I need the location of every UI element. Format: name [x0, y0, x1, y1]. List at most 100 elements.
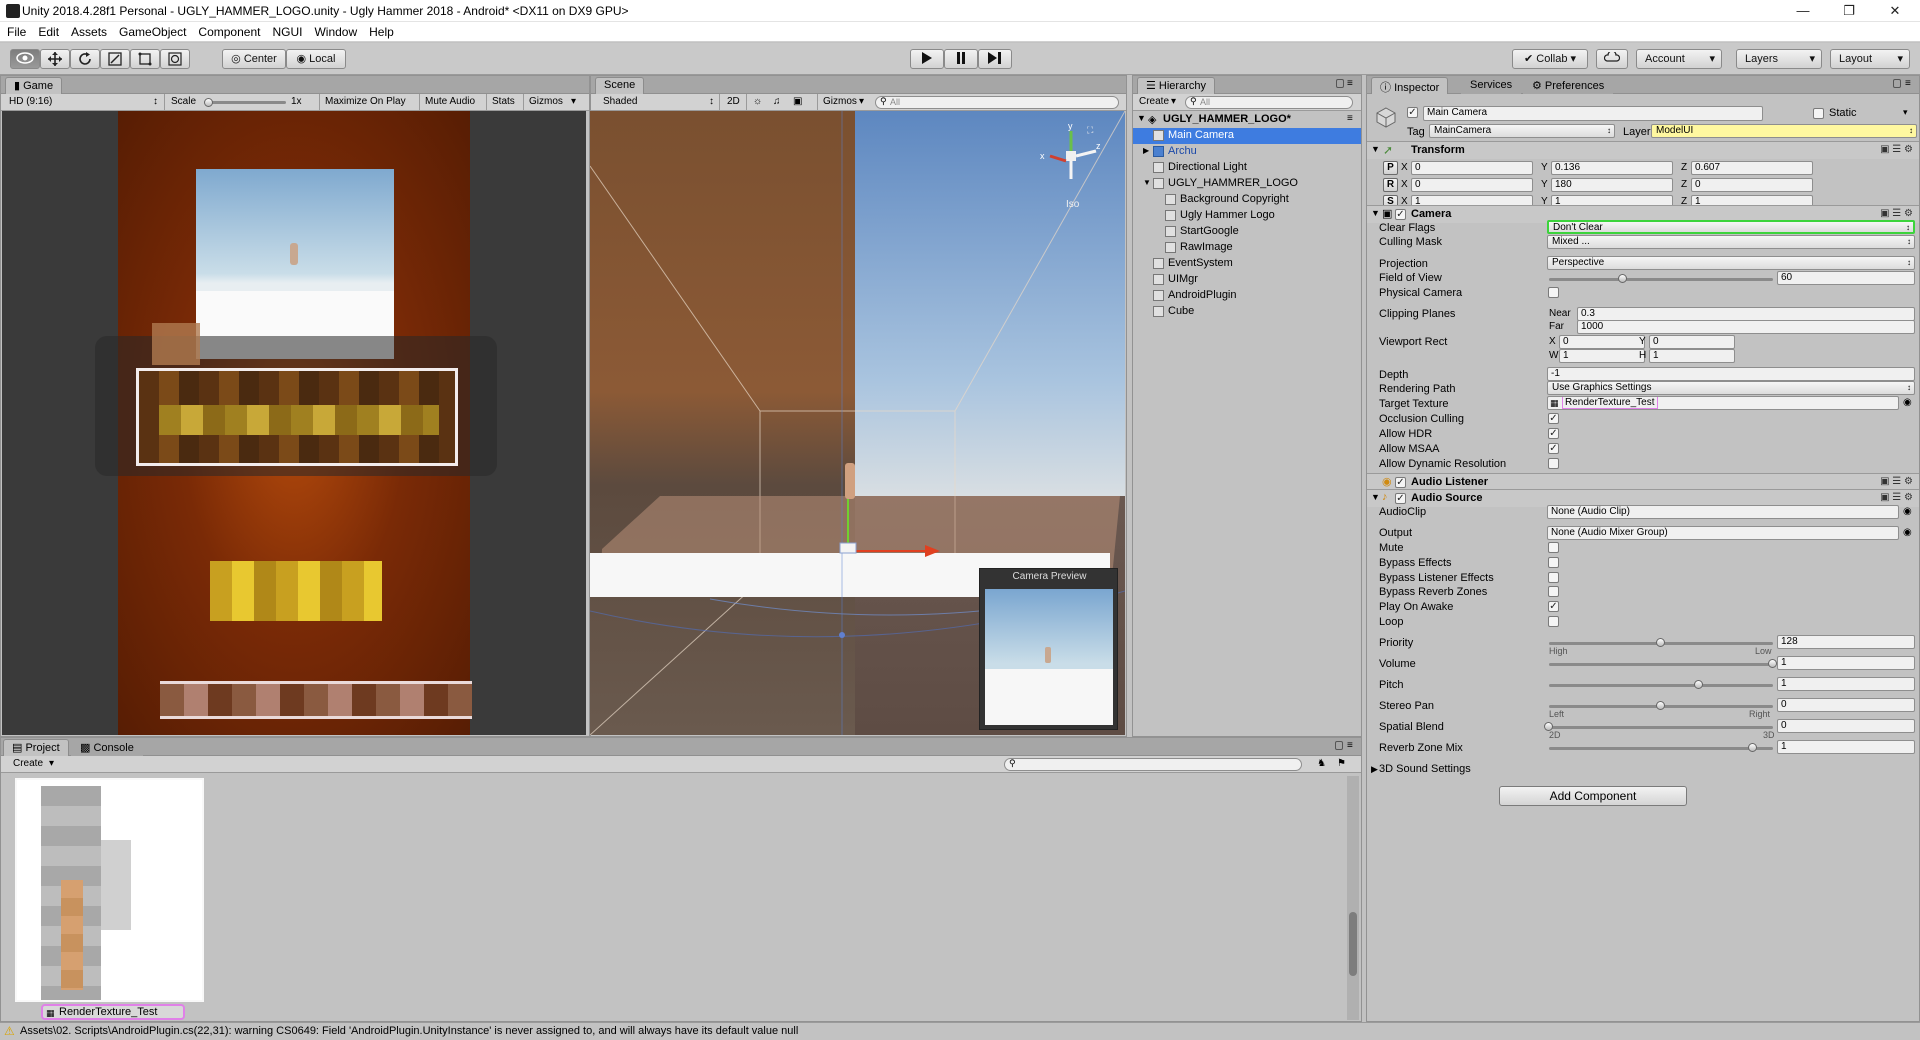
transform-y-field[interactable]: 0.136: [1551, 161, 1673, 175]
rendering-path-dropdown[interactable]: Use Graphics Settings: [1547, 381, 1915, 395]
menu-file[interactable]: File: [0, 22, 31, 39]
project-create-dropdown[interactable]: Create: [13, 758, 43, 769]
scale-tool-button[interactable]: [100, 49, 130, 69]
lock-icon[interactable]: [1893, 79, 1901, 88]
rotate-tool-button[interactable]: [70, 49, 100, 69]
physical-camera-checkbox[interactable]: [1548, 287, 1559, 298]
foldout-open-icon[interactable]: ▼: [1371, 208, 1380, 218]
loop-checkbox[interactable]: [1548, 616, 1559, 627]
scrollbar-thumb[interactable]: [1349, 912, 1357, 976]
hierarchy-item[interactable]: EventSystem: [1133, 256, 1361, 272]
pivot-local-button[interactable]: ◉ Local: [286, 49, 346, 69]
audio-listener-enabled-checkbox[interactable]: ✓: [1395, 477, 1406, 488]
menu-component[interactable]: Component: [191, 22, 265, 39]
pitch-slider[interactable]: [1549, 684, 1773, 687]
foldout-open-icon[interactable]: ▼: [1371, 144, 1380, 154]
hierarchy-item[interactable]: Ugly Hammer Logo: [1133, 208, 1361, 224]
tab-inspector[interactable]: ⓘ Inspector: [1371, 77, 1449, 94]
audio-source-enabled-checkbox[interactable]: ✓: [1395, 493, 1406, 504]
foldout-closed-icon[interactable]: ▶: [1143, 146, 1149, 155]
fov-field[interactable]: 60: [1777, 271, 1915, 285]
add-component-button[interactable]: Add Component: [1499, 786, 1687, 806]
component-help-icon[interactable]: ▣ ☰ ⚙: [1880, 476, 1913, 487]
hierarchy-item[interactable]: Main Camera: [1133, 128, 1361, 144]
audio-icon[interactable]: ♫: [773, 96, 781, 107]
depth-field[interactable]: -1: [1547, 367, 1915, 381]
transform-z-field[interactable]: 0: [1691, 178, 1813, 192]
cloud-button[interactable]: [1596, 49, 1628, 69]
step-button[interactable]: [978, 49, 1012, 69]
menu-gameobject[interactable]: GameObject: [112, 22, 191, 39]
object-picker-icon[interactable]: ◉: [1903, 506, 1912, 517]
target-texture-field[interactable]: ▦ RenderTexture_Test: [1547, 396, 1899, 410]
create-dropdown[interactable]: Create: [1139, 96, 1169, 107]
clear-flags-dropdown[interactable]: Don't Clear: [1547, 220, 1915, 234]
object-picker-icon[interactable]: ◉: [1903, 527, 1912, 538]
bypass-effects-checkbox[interactable]: [1548, 557, 1559, 568]
hierarchy-search-input[interactable]: ⚲ All: [1185, 96, 1353, 109]
occlusion-culling-checkbox[interactable]: ✓: [1548, 413, 1559, 424]
collab-button[interactable]: ✔ Collab ▾: [1512, 49, 1588, 69]
transform-x-field[interactable]: 0: [1411, 178, 1533, 192]
account-dropdown[interactable]: Account ▾: [1636, 49, 1722, 69]
close-button[interactable]: ✕: [1872, 0, 1918, 22]
minimize-button[interactable]: —: [1780, 0, 1826, 22]
lock-icon[interactable]: ⛶: [1087, 125, 1093, 136]
lock-icon[interactable]: [1335, 741, 1343, 750]
component-help-icon[interactable]: ▣ ☰ ⚙: [1880, 208, 1913, 219]
menu-assets[interactable]: Assets: [64, 22, 112, 39]
viewport-x-field[interactable]: 0: [1559, 335, 1645, 349]
stereo-pan-field[interactable]: 0: [1777, 698, 1915, 712]
project-scrollbar[interactable]: [1347, 776, 1359, 1020]
pitch-slider-knob[interactable]: [1694, 680, 1704, 689]
lock-icon[interactable]: [1336, 79, 1344, 88]
layers-dropdown[interactable]: Layers ▾: [1736, 49, 1822, 69]
scale-slider-knob[interactable]: [204, 98, 213, 107]
bypass-reverb-zones-checkbox[interactable]: [1548, 586, 1559, 597]
asset-name-label[interactable]: ▦ RenderTexture_Test: [41, 1004, 185, 1020]
transform-header[interactable]: ▼ ➚ Transform ▣ ☰ ⚙: [1367, 141, 1919, 159]
reverb-zone-mix-field[interactable]: 1: [1777, 740, 1915, 754]
projection-dropdown[interactable]: Perspective: [1547, 256, 1915, 270]
audioclip-field[interactable]: None (Audio Clip): [1547, 505, 1899, 519]
3d-sound-settings-label[interactable]: 3D Sound Settings: [1379, 763, 1471, 775]
tab-hierarchy[interactable]: ☰ Hierarchy: [1137, 77, 1215, 94]
status-bar[interactable]: ⚠ Assets\02. Scripts\AndroidPlugin.cs(22…: [0, 1022, 1920, 1040]
hierarchy-item[interactable]: ▼ UGLY_HAMMRER_LOGO: [1133, 176, 1361, 192]
layout-dropdown[interactable]: Layout ▾: [1830, 49, 1910, 69]
tab-project[interactable]: ▤ Project: [3, 739, 69, 756]
spatial-blend-field[interactable]: 0: [1777, 719, 1915, 733]
near-field[interactable]: 0.3: [1577, 307, 1915, 321]
filter-by-label-icon[interactable]: ⚑: [1337, 758, 1346, 769]
shading-dropdown[interactable]: Shaded: [603, 96, 637, 107]
transform-z-field[interactable]: 0.607: [1691, 161, 1813, 175]
pivot-center-button[interactable]: ◎ Center: [222, 49, 286, 69]
start-google-button[interactable]: [210, 561, 382, 621]
sun-icon[interactable]: ☼: [753, 96, 762, 107]
active-checkbox[interactable]: ✓: [1407, 107, 1418, 118]
pitch-field[interactable]: 1: [1777, 677, 1915, 691]
bypass-listener-effects-checkbox[interactable]: [1548, 572, 1559, 583]
scene-view-canvas[interactable]: y x z ⛶ Iso Camera Preview: [590, 111, 1125, 735]
camera-enabled-checkbox[interactable]: ✓: [1395, 209, 1406, 220]
pause-button[interactable]: [944, 49, 978, 69]
rect-tool-button[interactable]: [130, 49, 160, 69]
far-field[interactable]: 1000: [1577, 320, 1915, 334]
menu-window[interactable]: Window: [307, 22, 362, 39]
reverb-zone-mix-slider[interactable]: [1549, 747, 1773, 750]
allow-hdr-checkbox[interactable]: ✓: [1548, 428, 1559, 439]
mute-checkbox[interactable]: [1548, 542, 1559, 553]
menu-ngui[interactable]: NGUI: [265, 22, 307, 39]
foldout-open-icon[interactable]: ▼: [1143, 178, 1151, 187]
foldout-open-icon[interactable]: ▼: [1137, 113, 1146, 123]
component-help-icon[interactable]: ▣ ☰ ⚙: [1880, 144, 1913, 155]
viewport-w-field[interactable]: 1: [1559, 349, 1645, 363]
foldout-open-icon[interactable]: ▼: [1371, 492, 1380, 502]
tab-scene[interactable]: Scene: [595, 77, 645, 94]
fov-slider[interactable]: [1549, 278, 1773, 281]
hierarchy-item[interactable]: ▶ Archu: [1133, 144, 1361, 160]
layer-dropdown[interactable]: ModelUI: [1651, 124, 1917, 138]
play-on-awake-checkbox[interactable]: ✓: [1548, 601, 1559, 612]
object-picker-icon[interactable]: ◉: [1903, 397, 1912, 408]
spatial-blend-slider[interactable]: [1549, 726, 1773, 729]
